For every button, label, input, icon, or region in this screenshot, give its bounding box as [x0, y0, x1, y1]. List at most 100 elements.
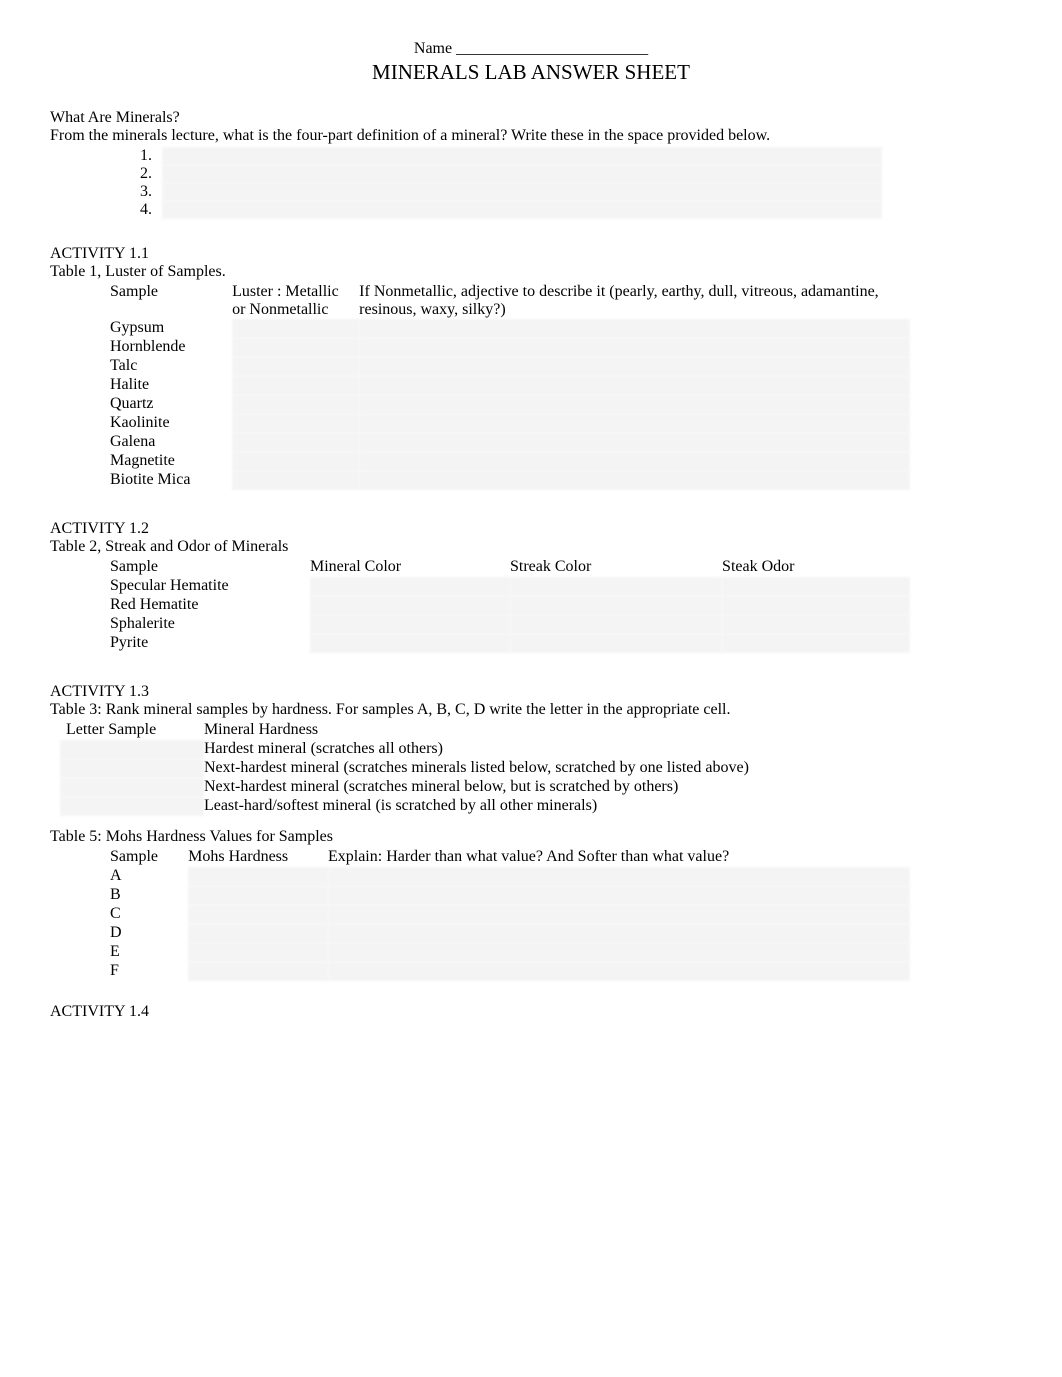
- col-hardness: Mineral Hardness: [204, 721, 940, 740]
- answer-blur: [232, 414, 359, 433]
- hardness-desc: Hardest mineral (scratches all others): [204, 740, 940, 759]
- definition-number: 4.: [140, 201, 162, 219]
- sample-name: Hornblende: [110, 338, 232, 357]
- answer-blur: [232, 376, 359, 395]
- answer-blur: [232, 471, 359, 490]
- answer-blur: [188, 943, 328, 962]
- sample-name: Kaolinite: [110, 414, 232, 433]
- table-header-row: Sample Luster : Metallic or Nonmetallic …: [110, 283, 910, 319]
- table-1-caption: Table 1, Luster of Samples.: [50, 263, 1012, 281]
- table-2-caption: Table 2, Streak and Odor of Minerals: [50, 538, 1012, 556]
- table-row: A: [110, 867, 910, 886]
- table-row: Halite: [110, 376, 910, 395]
- sample-name: Galena: [110, 433, 232, 452]
- table-row: Kaolinite: [110, 414, 910, 433]
- hardness-desc: Next-hardest mineral (scratches mineral …: [204, 778, 940, 797]
- definition-row: 4.: [140, 201, 1012, 219]
- col-adjective: If Nonmetallic, adjective to describe it…: [359, 283, 910, 319]
- answer-blur: [359, 319, 910, 338]
- answer-blur: [328, 924, 910, 943]
- sample-name: Halite: [110, 376, 232, 395]
- answer-blur: [359, 376, 910, 395]
- answer-blur: [60, 759, 204, 778]
- sample-name: Red Hematite: [110, 596, 310, 615]
- answer-blur: [328, 867, 910, 886]
- col-luster: Luster : Metallic or Nonmetallic: [232, 283, 359, 319]
- sample-name: Sphalerite: [110, 615, 310, 634]
- intro-prompt: From the minerals lecture, what is the f…: [50, 127, 1012, 145]
- col-streak: Streak Color: [510, 558, 722, 577]
- col-odor: Steak Odor: [722, 558, 910, 577]
- definition-number: 1.: [140, 147, 162, 165]
- col-letter: Letter Sample: [60, 721, 204, 740]
- answer-blur: [232, 338, 359, 357]
- sample-name: Magnetite: [110, 452, 232, 471]
- answer-blur: [722, 634, 910, 653]
- answer-blur: [188, 962, 328, 981]
- answer-blur: [188, 924, 328, 943]
- table-row: C: [110, 905, 910, 924]
- answer-blur: [310, 577, 510, 596]
- table-row: Talc: [110, 357, 910, 376]
- table-row: B: [110, 886, 910, 905]
- answer-blur: [162, 147, 882, 165]
- answer-blur: [188, 905, 328, 924]
- table-row: Pyrite: [110, 634, 910, 653]
- answer-blur: [359, 414, 910, 433]
- table-header-row: Sample Mineral Color Streak Color Steak …: [110, 558, 910, 577]
- table-5: Sample Mohs Hardness Explain: Harder tha…: [110, 848, 910, 981]
- table-row: Sphalerite: [110, 615, 910, 634]
- answer-blur: [359, 338, 910, 357]
- table-row: Specular Hematite: [110, 577, 910, 596]
- sample-letter: E: [110, 943, 188, 962]
- table-header-row: Letter Sample Mineral Hardness: [60, 721, 940, 740]
- answer-blur: [328, 905, 910, 924]
- table-3-caption: Table 3: Rank mineral samples by hardnes…: [50, 701, 1012, 719]
- answer-blur: [60, 778, 204, 797]
- sample-name: Gypsum: [110, 319, 232, 338]
- answer-blur: [359, 452, 910, 471]
- answer-blur: [328, 943, 910, 962]
- table-row: Magnetite: [110, 452, 910, 471]
- answer-blur: [722, 577, 910, 596]
- table-2: Sample Mineral Color Streak Color Steak …: [110, 558, 910, 653]
- answer-blur: [310, 634, 510, 653]
- sample-letter: B: [110, 886, 188, 905]
- table-5-caption: Table 5: Mohs Hardness Values for Sample…: [50, 828, 1012, 846]
- activity-1-2-title: ACTIVITY 1.2: [50, 520, 1012, 538]
- col-sample: Sample: [110, 848, 188, 867]
- answer-blur: [359, 471, 910, 490]
- answer-blur: [510, 596, 722, 615]
- answer-blur: [232, 433, 359, 452]
- answer-blur: [510, 577, 722, 596]
- answer-blur: [60, 740, 204, 759]
- table-row: Hardest mineral (scratches all others): [60, 740, 940, 759]
- answer-blur: [232, 395, 359, 414]
- sample-letter: C: [110, 905, 188, 924]
- table-row: Hornblende: [110, 338, 910, 357]
- col-explain: Explain: Harder than what value? And Sof…: [328, 848, 910, 867]
- answer-blur: [188, 886, 328, 905]
- table-3: Letter Sample Mineral Hardness Hardest m…: [60, 721, 940, 816]
- activity-1-1-title: ACTIVITY 1.1: [50, 245, 1012, 263]
- page-title: MINERALS LAB ANSWER SHEET: [50, 60, 1012, 85]
- answer-blur: [162, 165, 882, 183]
- activity-1-3-title: ACTIVITY 1.3: [50, 683, 1012, 701]
- hardness-desc: Least-hard/softest mineral (is scratched…: [204, 797, 940, 816]
- definition-row: 1.: [140, 147, 1012, 165]
- answer-blur: [510, 615, 722, 634]
- answer-blur: [328, 962, 910, 981]
- answer-blur: [722, 596, 910, 615]
- name-label: Name ________________________: [50, 40, 1012, 58]
- hardness-desc: Next-hardest mineral (scratches minerals…: [204, 759, 940, 778]
- table-row: D: [110, 924, 910, 943]
- answer-blur: [722, 615, 910, 634]
- table-row: F: [110, 962, 910, 981]
- answer-blur: [359, 357, 910, 376]
- sample-name: Talc: [110, 357, 232, 376]
- col-mohs: Mohs Hardness: [188, 848, 328, 867]
- table-row: Red Hematite: [110, 596, 910, 615]
- sample-name: Specular Hematite: [110, 577, 310, 596]
- table-row: Biotite Mica: [110, 471, 910, 490]
- table-row: Next-hardest mineral (scratches mineral …: [60, 778, 940, 797]
